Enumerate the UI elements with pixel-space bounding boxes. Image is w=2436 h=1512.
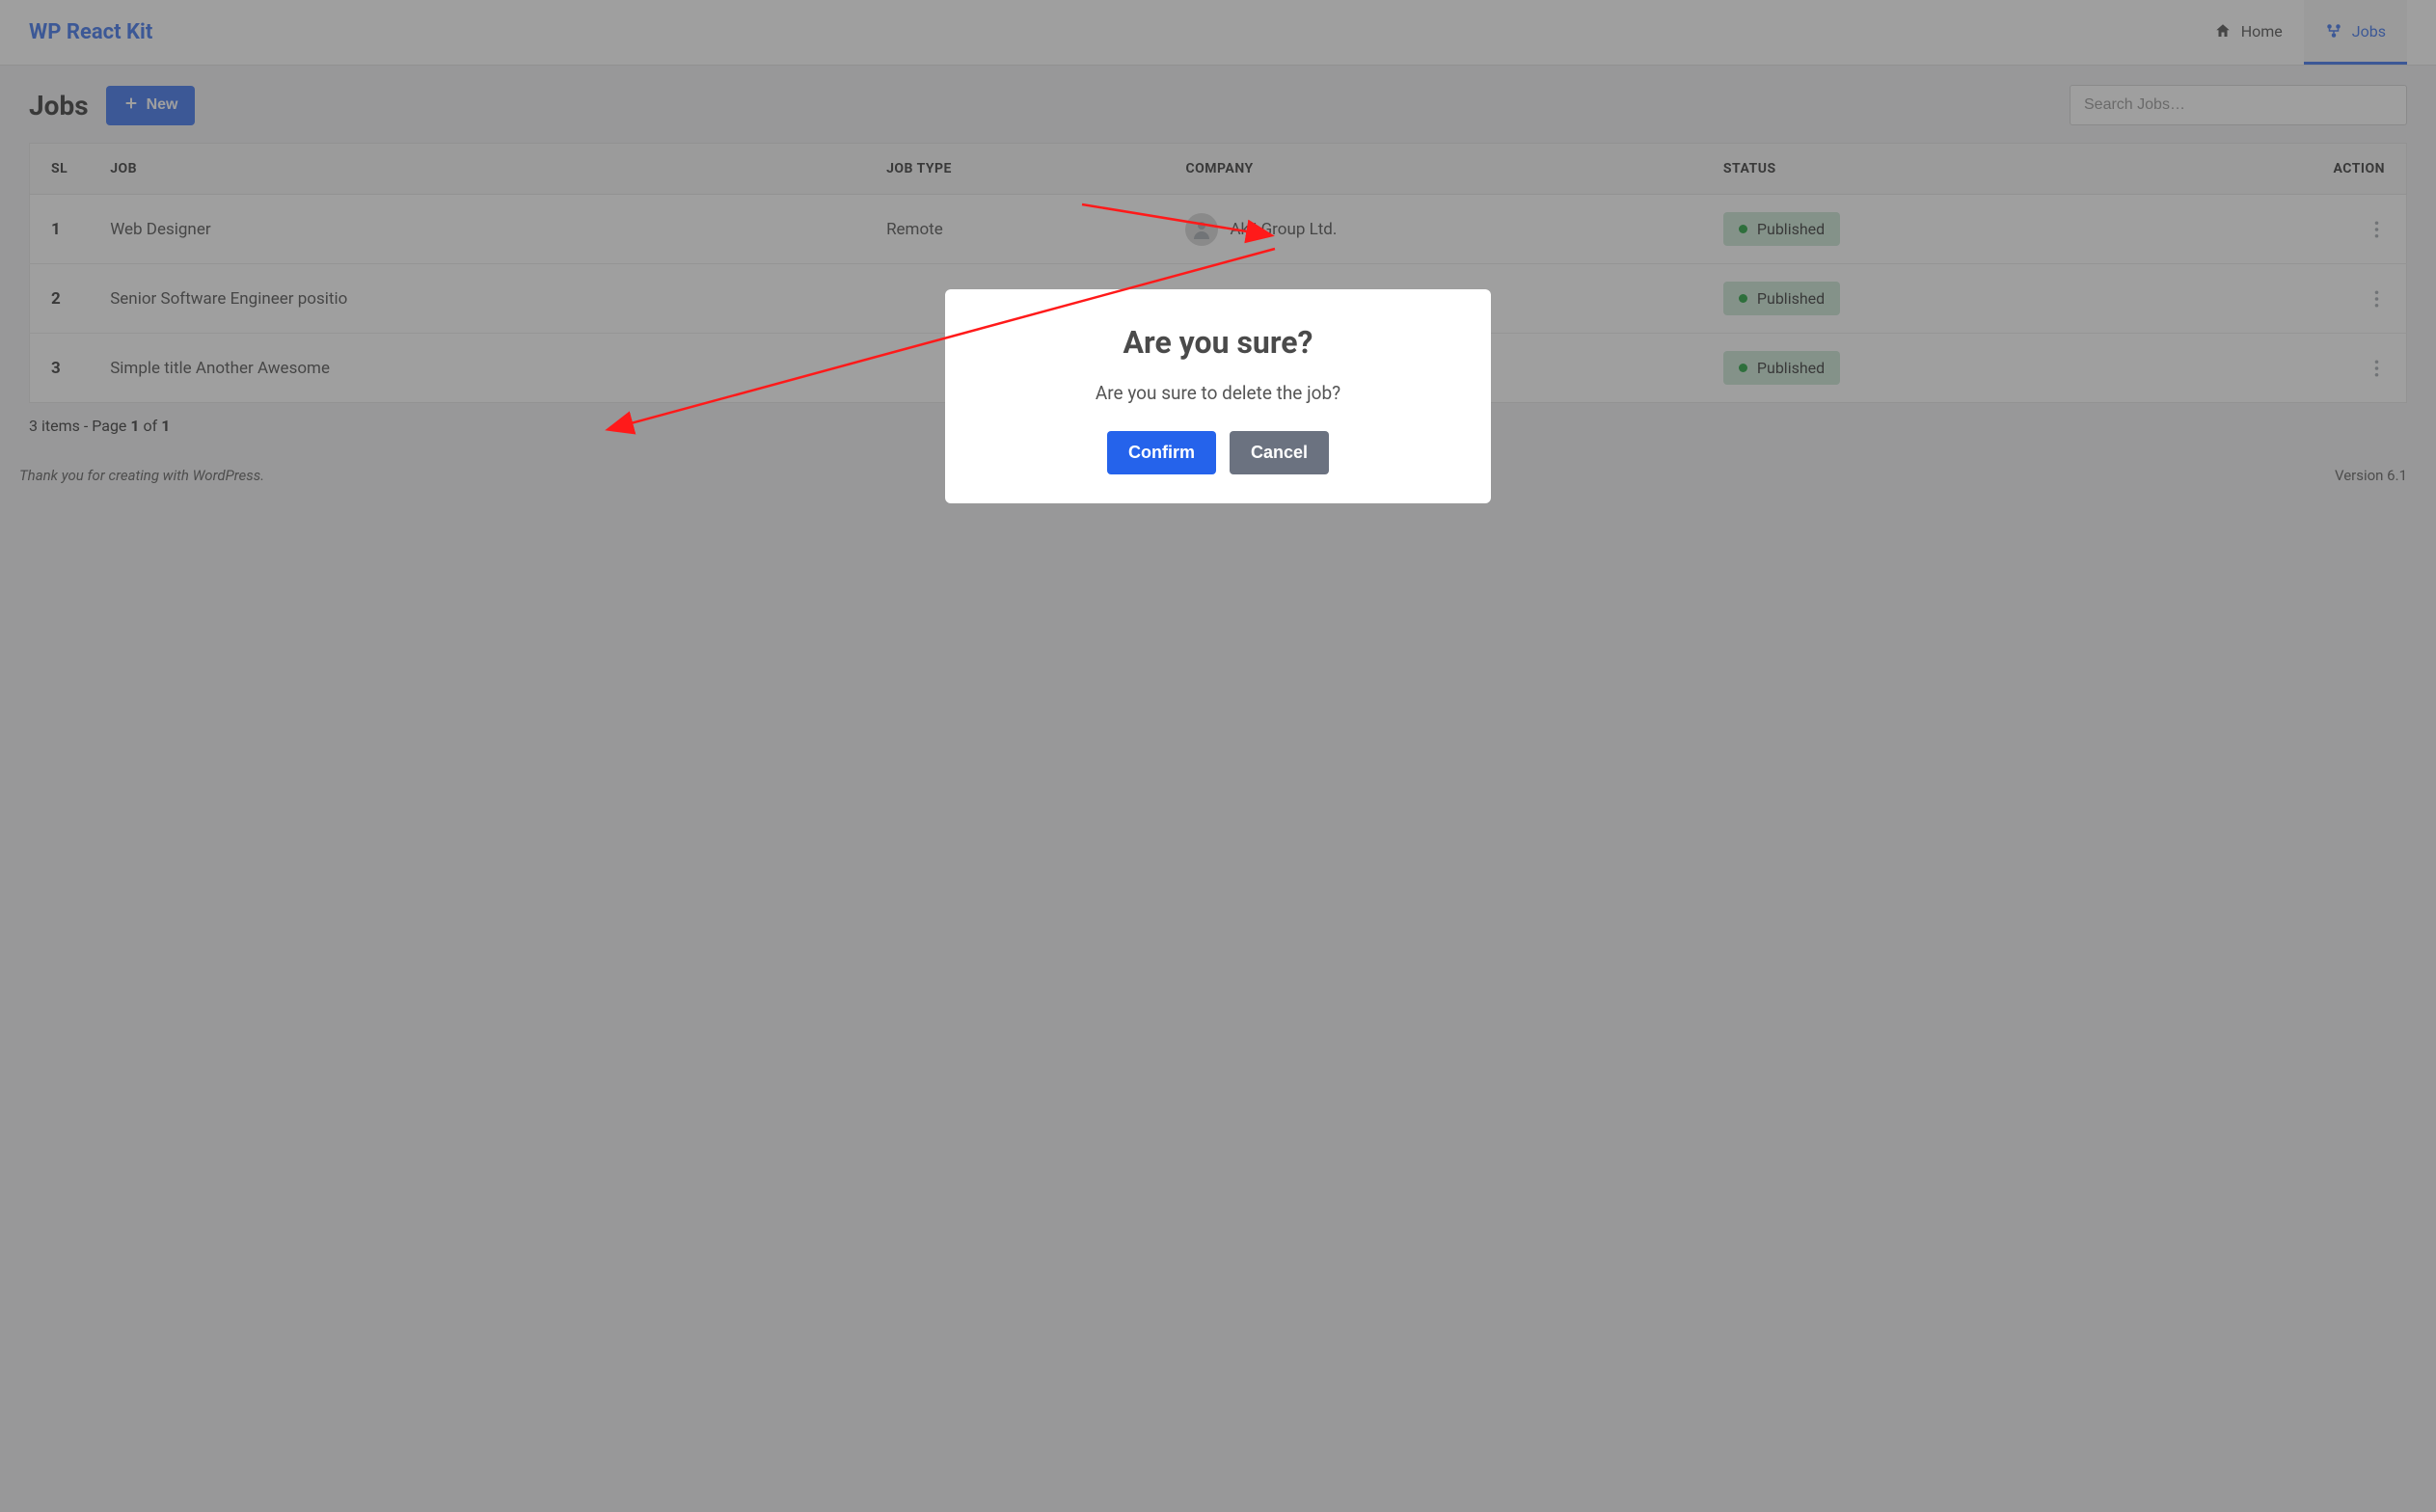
- confirm-modal: Are you sure? Are you sure to delete the…: [945, 289, 1491, 503]
- cancel-button[interactable]: Cancel: [1230, 431, 1329, 474]
- modal-title: Are you sure?: [974, 324, 1462, 361]
- modal-text: Are you sure to delete the job?: [974, 382, 1462, 404]
- confirm-button[interactable]: Confirm: [1107, 431, 1216, 474]
- modal-overlay[interactable]: Are you sure? Are you sure to delete the…: [0, 0, 2436, 1512]
